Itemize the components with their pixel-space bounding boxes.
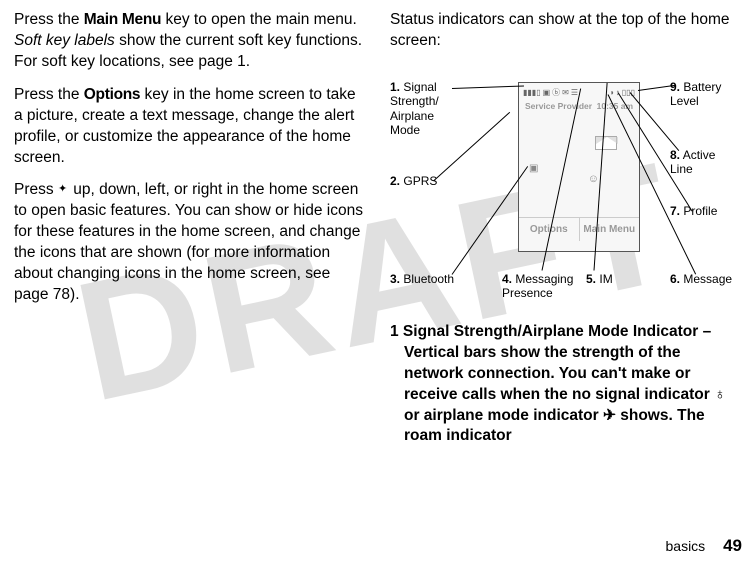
callout-bluetooth: 3. Bluetooth xyxy=(390,272,454,286)
nav-key-icon xyxy=(58,184,69,195)
callout-num: 4. xyxy=(502,272,512,286)
callout-signal: 1. Signal Strength/ Airplane Mode xyxy=(390,80,458,138)
two-column-layout: Press the Main Menu key to open the main… xyxy=(0,0,756,520)
softkeylabels-term: Soft key labels xyxy=(14,32,115,49)
callout-num: 2. xyxy=(390,174,400,188)
callout-im: 5. IM xyxy=(586,272,613,286)
text: up, down, left, or right in the home scr… xyxy=(14,181,363,303)
callout-num: 3. xyxy=(390,272,400,286)
callout-num: 5. xyxy=(586,272,596,286)
callout-text: GPRS xyxy=(403,174,437,188)
callout-presence: 4. Messaging Presence xyxy=(502,272,574,301)
gprs-icon: ▣ xyxy=(543,89,551,97)
options-keyword: Options xyxy=(84,86,140,103)
callout-num: 6. xyxy=(670,272,680,286)
provider-row: Service Provider 10:35 am xyxy=(519,101,639,112)
text: key to open the main menu. xyxy=(161,11,357,28)
callout-profile: 7. Profile xyxy=(670,204,717,218)
page-number: 49 xyxy=(723,536,742,555)
text: Press xyxy=(14,181,58,198)
def-body: Vertical bars show the strength of the n… xyxy=(404,344,726,445)
callout-num: 7. xyxy=(670,204,680,218)
right-column: Status indicators can show at the top of… xyxy=(390,10,742,520)
def-text: 1 Signal Strength/Airplane Mode Indicato… xyxy=(390,322,742,448)
signal-icon: ▮▮▮▯ xyxy=(523,89,541,97)
callout-battery: 9. Battery Level xyxy=(670,80,730,109)
status-intro: Status indicators can show at the top of… xyxy=(390,10,742,52)
section-label: basics xyxy=(666,538,706,554)
contact-icon: ☺ xyxy=(588,172,599,187)
page-footer: basics 49 xyxy=(666,536,743,556)
envelope-icon xyxy=(595,136,617,150)
callout-text: IM xyxy=(599,272,612,286)
phone-screen: ▮▮▮▯ ▣ ⓑ ✉ ☰ ◑ ↕ ▯▯▯ Service Provider 10… xyxy=(518,82,640,252)
service-provider-label: Service Provider xyxy=(525,101,592,112)
def-heading: 1 Signal Strength/Airplane Mode Indicato… xyxy=(390,323,711,340)
para-nav: Press up, down, left, or right in the ho… xyxy=(14,180,366,306)
bluetooth-icon: ⓑ xyxy=(552,89,560,97)
callout-num: 1. xyxy=(390,80,400,94)
definition-1: 1 Signal Strength/Airplane Mode Indicato… xyxy=(390,322,742,448)
presence-icon: ✉ xyxy=(562,89,569,97)
para-options: Press the Options key in the home screen… xyxy=(14,85,366,169)
callout-text: Messaging Presence xyxy=(502,272,573,300)
mainmenu-keyword: Main Menu xyxy=(84,11,161,28)
status-left-cluster: ▮▮▮▯ ▣ ⓑ ✉ ☰ xyxy=(523,89,578,97)
callout-text: Message xyxy=(683,272,732,286)
softkey-bar: Options Main Menu xyxy=(519,217,639,241)
leader-line xyxy=(452,166,529,275)
para-mainmenu: Press the Main Menu key to open the main… xyxy=(14,10,366,73)
status-diagram: ▮▮▮▯ ▣ ⓑ ✉ ☰ ◑ ↕ ▯▯▯ Service Provider 10… xyxy=(390,64,742,304)
callout-gprs: 2. GPRS xyxy=(390,174,437,188)
text: Press the xyxy=(14,86,84,103)
camera-icon: ▣ xyxy=(529,162,538,176)
text: Press the xyxy=(14,11,84,28)
home-body: ▣ ☺ xyxy=(519,112,639,217)
softkey-right: Main Menu xyxy=(579,218,640,241)
left-column: Press the Main Menu key to open the main… xyxy=(14,10,366,520)
callout-text: Bluetooth xyxy=(403,272,454,286)
im-icon: ☰ xyxy=(571,89,578,97)
callout-message: 6. Message xyxy=(670,272,732,286)
callout-num: 9. xyxy=(670,80,680,94)
leader-line xyxy=(452,85,524,89)
callout-activeline: 8. Active Line xyxy=(670,148,730,177)
